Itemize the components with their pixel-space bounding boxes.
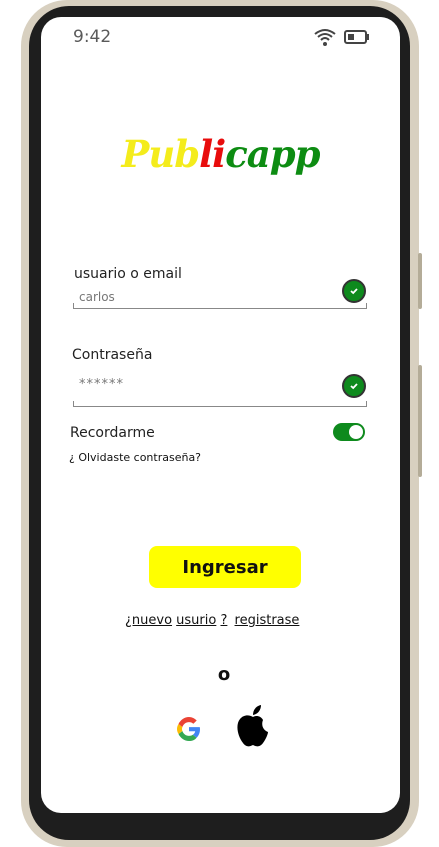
toggle-knob [349,425,363,439]
volume-button [418,253,422,309]
apple-icon[interactable] [234,703,272,749]
username-underline [73,303,367,309]
logo-part-1: Pub [121,132,201,176]
power-button [418,365,422,477]
app-screen: 9:42 Publicapp usuario o email carlos Co… [41,17,400,813]
password-underline [73,401,367,407]
remember-toggle[interactable] [333,423,365,441]
username-label: usuario o email [74,266,182,282]
password-input[interactable]: ****** [79,377,124,392]
login-button[interactable]: Ingresar [149,546,301,588]
username-input[interactable]: carlos [79,290,115,304]
app-logo: Publicapp [41,132,400,176]
register-link[interactable]: registrase [235,613,300,628]
wifi-icon [314,29,336,46]
battery-icon [344,30,369,44]
status-time: 9:42 [73,27,112,47]
or-divider: o [217,664,231,685]
question-text: ? [220,613,228,628]
forgot-password-link[interactable]: ¿ Olvidaste contraseña? [69,451,201,464]
username-check-icon [342,279,366,303]
google-icon[interactable] [174,714,204,744]
logo-part-2: li [199,132,226,176]
logo-part-3: capp [225,132,320,176]
remember-label: Recordarme [70,425,155,441]
password-label: Contraseña [72,347,153,363]
register-row: ¿nuevo usurio ? registrase [125,613,299,628]
user-text: usurio [176,613,217,628]
password-check-icon [342,374,366,398]
new-text: ¿nuevo [125,613,173,628]
